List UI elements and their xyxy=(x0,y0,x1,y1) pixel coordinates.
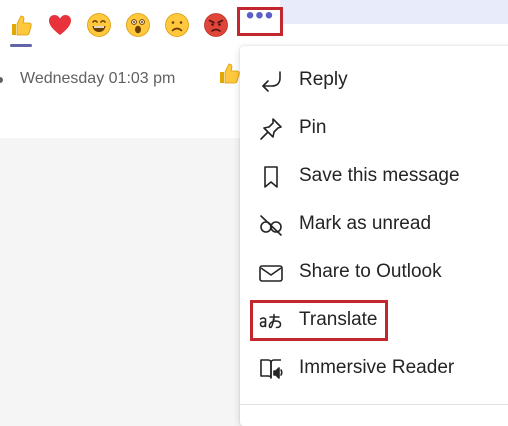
menu-item-reply[interactable]: Reply xyxy=(240,58,500,102)
heart-icon xyxy=(49,15,71,35)
reply-icon xyxy=(258,68,284,94)
laugh-reaction-button[interactable] xyxy=(84,10,114,40)
angry-reaction-button[interactable] xyxy=(201,10,231,40)
header-accent-bg xyxy=(280,0,508,24)
more-options-button[interactable]: ••• xyxy=(237,2,283,36)
sad-reaction-button[interactable] xyxy=(162,10,192,40)
message-options-menu: Reply Pin Save this message Mark as unre… xyxy=(240,46,508,426)
heart-reaction-button[interactable] xyxy=(45,10,75,40)
angry-icon xyxy=(204,13,228,37)
like-reaction-button[interactable] xyxy=(6,10,36,47)
message-like-reaction[interactable] xyxy=(216,60,242,91)
sad-icon xyxy=(165,13,189,37)
menu-item-mark-unread[interactable]: Mark as unread xyxy=(240,202,500,246)
thumbs-up-icon xyxy=(220,63,240,84)
thumbs-up-icon xyxy=(12,15,32,36)
menu-item-translate[interactable]: Translate xyxy=(240,298,500,342)
pin-icon xyxy=(258,116,284,142)
message-timestamp: Wednesday 01:03 pm xyxy=(20,70,176,87)
menu-item-save-message[interactable]: Save this message xyxy=(240,154,500,198)
menu-item-immersive-reader[interactable]: Immersive Reader xyxy=(240,346,500,390)
reaction-bar xyxy=(6,6,240,47)
menu-item-share-outlook[interactable]: Share to Outlook xyxy=(240,250,500,294)
laugh-icon xyxy=(87,13,111,37)
menu-item-pin[interactable]: Pin xyxy=(240,106,500,150)
translate-icon xyxy=(258,308,284,334)
more-options-icon: ••• xyxy=(245,1,275,29)
bookmark-icon xyxy=(258,164,284,190)
mark-unread-icon xyxy=(258,212,284,238)
immersive-reader-icon xyxy=(258,356,284,382)
surprised-icon xyxy=(126,13,150,37)
mail-icon xyxy=(258,260,284,286)
surprised-reaction-button[interactable] xyxy=(123,10,153,40)
menu-divider xyxy=(240,404,508,405)
